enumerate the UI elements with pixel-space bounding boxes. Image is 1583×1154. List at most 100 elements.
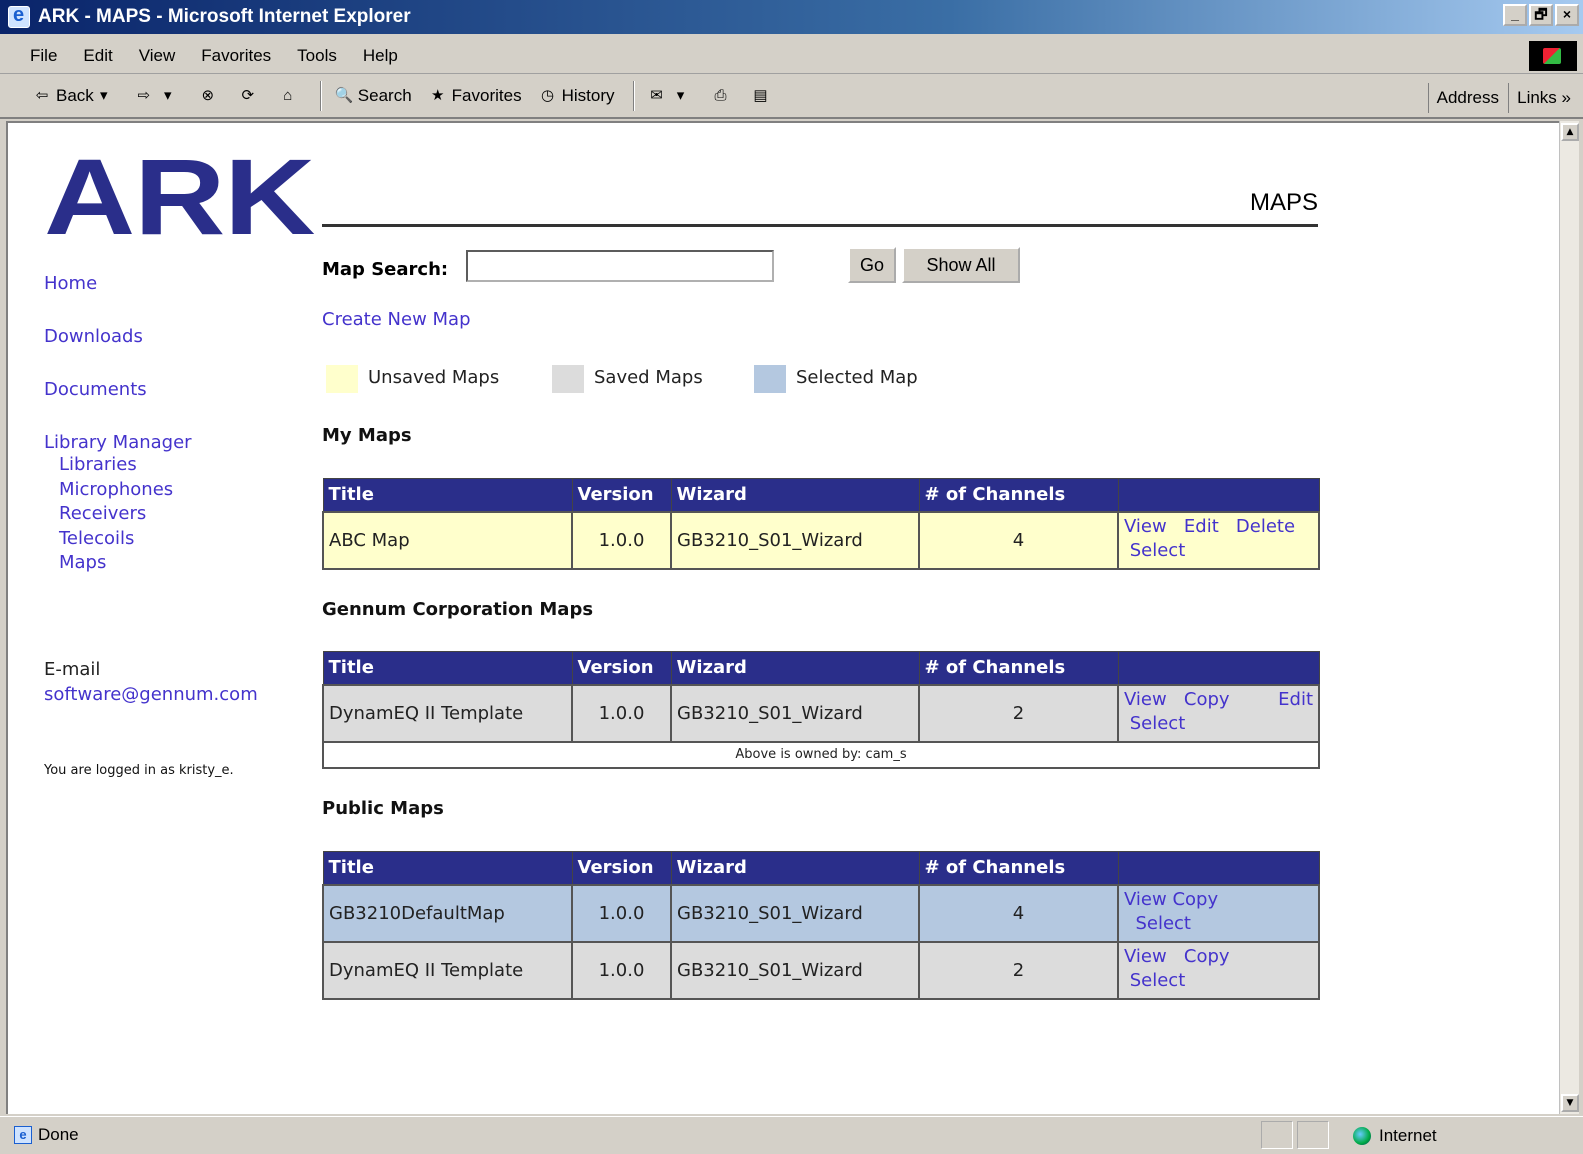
map-title: ABC Map <box>322 510 573 570</box>
restore-button[interactable]: 🗗 <box>1529 4 1553 26</box>
print-button[interactable]: ⎙ <box>711 86 735 106</box>
copy-link[interactable]: Copy <box>1184 689 1230 710</box>
delete-link[interactable]: Delete <box>1236 516 1295 537</box>
map-channels: 4 <box>918 883 1119 943</box>
status-pane <box>1261 1121 1293 1149</box>
nav-receivers[interactable]: Receivers <box>59 502 192 527</box>
select-link[interactable]: Select <box>1130 970 1186 991</box>
page-title: MAPS <box>1249 189 1318 216</box>
window-titlebar: ARK - MAPS - Microsoft Internet Explorer… <box>0 0 1583 34</box>
toolbar-separator <box>319 81 322 111</box>
table-header-row: Title Version Wizard # of Channels <box>322 851 1320 885</box>
favorites-icon: ★ <box>430 87 445 104</box>
map-search-input[interactable] <box>466 250 774 282</box>
go-button[interactable]: Go <box>848 247 897 283</box>
close-button[interactable]: × <box>1555 4 1579 26</box>
side-navigation: Home Downloads Documents Library Manager… <box>44 273 192 576</box>
view-link[interactable]: View <box>1124 689 1167 710</box>
dropdown-arrow-icon: ▾ <box>164 87 172 104</box>
browser-toolbar: ⇦ Back ▾ ⇨ ▾ ⊗ ⟳ ⌂ 🔍 Search ★ Favorites ◷ Hist… <box>0 75 1583 119</box>
row-actions: View Edit Delete Select <box>1117 510 1320 570</box>
menu-file[interactable]: File <box>30 46 57 66</box>
row-actions: View Copy Select <box>1117 883 1320 943</box>
menu-help[interactable]: Help <box>363 46 398 66</box>
history-button[interactable]: ◷ History <box>538 86 614 106</box>
saved-swatch <box>552 365 584 393</box>
security-zone: Internet <box>1353 1123 1563 1149</box>
nav-microphones[interactable]: Microphones <box>59 478 192 503</box>
minimize-button[interactable]: _ <box>1503 4 1527 26</box>
view-link[interactable]: View <box>1124 516 1167 537</box>
my-maps-table: Title Version Wizard # of Channels ABC M… <box>322 478 1320 570</box>
copy-link[interactable]: Copy <box>1184 946 1230 967</box>
col-version: Version <box>571 851 672 885</box>
back-arrow-icon: ⇦ <box>35 87 49 104</box>
home-button[interactable]: ⌂ <box>278 86 302 106</box>
col-actions <box>1117 851 1320 885</box>
mail-icon: ✉ <box>650 87 663 104</box>
window-controls: _ 🗗 × <box>1503 4 1579 26</box>
map-search-label: Map Search: <box>322 259 449 280</box>
stop-button[interactable]: ⊗ <box>198 86 222 106</box>
col-channels: # of Channels <box>918 851 1119 885</box>
nav-documents[interactable]: Documents <box>44 379 192 400</box>
scroll-down-icon[interactable]: ▼ <box>1561 1094 1579 1112</box>
vertical-scrollbar[interactable]: ▲ ▼ <box>1559 121 1579 1114</box>
favorites-button[interactable]: ★ Favorites <box>428 86 522 106</box>
logged-in-status: You are logged in as kristy_e. <box>44 763 234 778</box>
nav-library-manager[interactable]: Library Manager <box>44 432 192 453</box>
menu-view[interactable]: View <box>139 46 176 66</box>
scroll-up-icon[interactable]: ▲ <box>1561 123 1579 141</box>
table-row: ABC Map 1.0.0 GB3210_S01_Wizard 4 View E… <box>322 510 1320 570</box>
map-wizard: GB3210_S01_Wizard <box>670 510 920 570</box>
search-icon: 🔍 <box>334 87 354 104</box>
map-channels: 2 <box>918 940 1119 1000</box>
toolbar-separator <box>632 81 635 111</box>
col-title: Title <box>322 651 573 685</box>
select-link[interactable]: Select <box>1130 713 1186 734</box>
links-bar[interactable]: Links » <box>1508 83 1571 113</box>
select-link[interactable]: Select <box>1135 913 1191 934</box>
email-link[interactable]: software@gennum.com <box>44 684 258 705</box>
map-wizard: GB3210_S01_Wizard <box>670 683 920 743</box>
copy-link[interactable]: Copy <box>1172 889 1218 910</box>
show-all-button[interactable]: Show All <box>902 247 1020 283</box>
menu-favorites[interactable]: Favorites <box>201 46 271 66</box>
back-button[interactable]: ⇦ Back ▾ <box>32 86 118 106</box>
view-link[interactable]: View <box>1124 946 1167 967</box>
zone-label: Internet <box>1379 1126 1437 1145</box>
address-bar-label[interactable]: Address <box>1427 83 1499 113</box>
menu-edit[interactable]: Edit <box>83 46 112 66</box>
menu-tools[interactable]: Tools <box>297 46 337 66</box>
col-channels: # of Channels <box>918 651 1119 685</box>
edit-link[interactable]: Edit <box>1278 688 1313 712</box>
legend-unsaved: Unsaved Maps <box>368 367 500 388</box>
gennum-maps-table: Title Version Wizard # of Channels Dynam… <box>322 651 1320 769</box>
table-row: GB3210DefaultMap 1.0.0 GB3210_S01_Wizard… <box>322 883 1320 943</box>
select-link[interactable]: Select <box>1130 540 1186 561</box>
mail-button[interactable]: ✉ ▾ <box>647 86 695 106</box>
map-wizard: GB3210_S01_Wizard <box>670 940 920 1000</box>
view-link[interactable]: View <box>1124 889 1167 910</box>
nav-downloads[interactable]: Downloads <box>44 326 192 347</box>
edit-page-icon: ▤ <box>753 87 768 104</box>
nav-home[interactable]: Home <box>44 273 192 294</box>
edit-link[interactable]: Edit <box>1184 516 1219 537</box>
window-title: ARK - MAPS - Microsoft Internet Explorer <box>38 6 411 27</box>
nav-libraries[interactable]: Libraries <box>59 453 192 478</box>
forward-button[interactable]: ⇨ ▾ <box>134 86 182 106</box>
map-wizard: GB3210_S01_Wizard <box>670 883 920 943</box>
map-title: GB3210DefaultMap <box>322 883 573 943</box>
col-title: Title <box>322 851 573 885</box>
search-button[interactable]: 🔍 Search <box>334 86 411 106</box>
nav-maps[interactable]: Maps <box>59 551 192 576</box>
internet-globe-icon <box>1353 1127 1371 1145</box>
edit-page-button[interactable]: ▤ <box>751 86 775 106</box>
dropdown-arrow-icon: ▾ <box>676 87 685 104</box>
col-version: Version <box>571 478 672 512</box>
email-label: E-mail <box>44 659 101 680</box>
nav-telecoils[interactable]: Telecoils <box>59 527 192 552</box>
create-new-map-link[interactable]: Create New Map <box>322 309 471 330</box>
refresh-button[interactable]: ⟳ <box>238 86 262 106</box>
table-row: DynamEQ II Template 1.0.0 GB3210_S01_Wiz… <box>322 940 1320 1000</box>
